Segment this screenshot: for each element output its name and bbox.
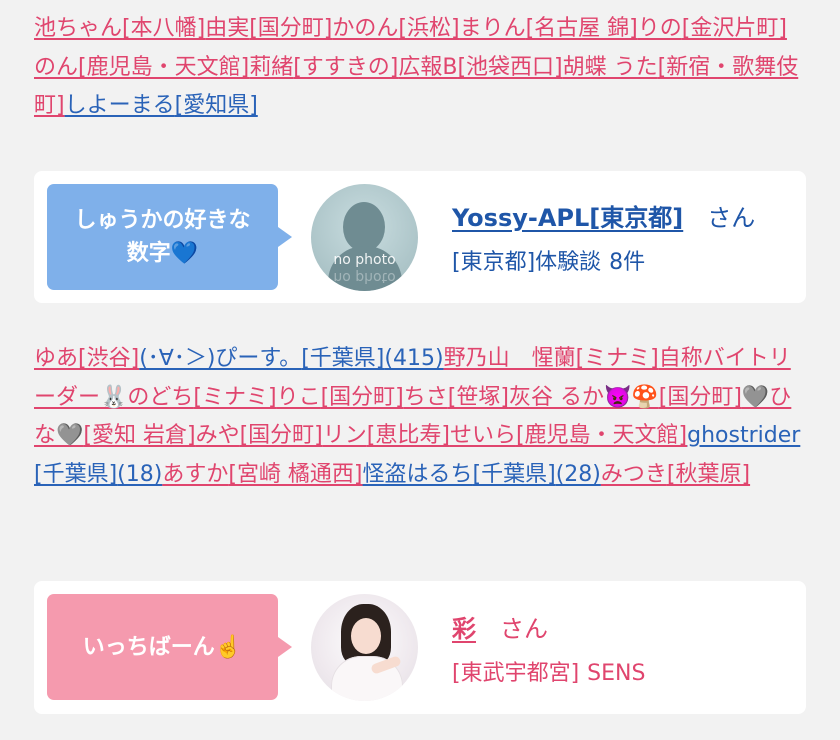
reviewer-link[interactable]: 池ちゃん — [34, 16, 122, 41]
reviewer-link[interactable]: みつき — [601, 462, 667, 487]
reviewer-links-top: 池ちゃん[本八幡]由実[国分町]かのん[浜松]まりん[名古屋 錦]りの[金沢片町… — [34, 0, 806, 138]
reviewer-link[interactable]: [すすきの] — [293, 55, 398, 80]
reviewer-link[interactable]: [秋葉原] — [667, 462, 750, 487]
reviewer-link[interactable]: [千葉県] — [301, 346, 384, 371]
reviewer-link[interactable]: せいら — [450, 423, 516, 448]
reviewer-stats: [東京都]体験談 8件 — [452, 244, 645, 276]
shop-location: [東武宇都宮] — [452, 661, 580, 686]
reviewer-link[interactable]: 莉緒 — [249, 55, 293, 80]
reviewer-link[interactable]: 由実 — [205, 16, 249, 41]
reviewer-link[interactable]: [国分町] — [249, 16, 332, 41]
photo-face — [351, 618, 381, 654]
bubble-text-line-2: 数字💙 — [126, 241, 199, 266]
review-card-yossy: しゅうかの好きな 数字💙 no photo no photo Yossy-APL… — [34, 171, 806, 303]
reviewer-link[interactable]: (18) — [117, 462, 162, 487]
reviewer-link[interactable]: のん — [34, 55, 78, 80]
reviewer-link[interactable]: しよーまる — [65, 93, 175, 118]
cast-name-line: 彩さん — [452, 609, 548, 644]
reviewer-link[interactable]: [千葉県] — [473, 462, 556, 487]
reviewer-link[interactable]: [恵比寿] — [367, 423, 450, 448]
reviewer-link[interactable]: [渋谷] — [78, 346, 139, 371]
reviewer-link[interactable]: リン — [323, 423, 367, 448]
silhouette-head-icon — [343, 202, 385, 252]
reviewer-link[interactable]: まりん — [460, 16, 526, 41]
reviewer-link[interactable]: [千葉県] — [34, 462, 117, 487]
cast-name-link[interactable]: 彩 — [452, 615, 476, 643]
reviewer-link[interactable]: 胡蝶 うた — [563, 55, 658, 80]
speech-bubble: いっちばーん☝️ — [47, 594, 292, 700]
reviewer-links-bottom: ゆあ[渋谷](･∀･＞)ぴーす。[千葉県](415)野乃山 惺蘭[ミナミ]自称バ… — [34, 336, 806, 494]
honorific-label: さん — [500, 615, 548, 643]
reviewer-link[interactable]: あすか — [162, 462, 228, 487]
reviewer-link[interactable]: ちさ — [404, 385, 448, 410]
no-photo-label: no photo — [333, 252, 396, 268]
reviewer-link[interactable]: [鹿児島・天文館] — [516, 423, 687, 448]
reviewer-link[interactable]: 野乃山 惺蘭 — [444, 346, 576, 371]
reviewer-link[interactable]: みや — [196, 423, 240, 448]
reviewer-link[interactable]: ghostrider — [687, 423, 800, 448]
reviewer-name-line: Yossy-APL[東京都] さん — [452, 198, 755, 233]
reviewer-link[interactable]: ゆあ — [34, 346, 78, 371]
reviewer-link[interactable]: 広報B — [398, 55, 457, 80]
reviewer-link[interactable]: [国分町] — [240, 423, 323, 448]
bubble-text-line-1: しゅうかの好きな — [74, 208, 251, 233]
reviewer-link[interactable]: [愛知 岩倉] — [83, 423, 195, 448]
reviewer-link[interactable]: [名古屋 錦] — [526, 16, 638, 41]
bubble-text: いっちばーん☝️ — [82, 634, 243, 660]
reviewer-location: [東京都]体験談 — [452, 250, 602, 275]
reviewer-name-link[interactable]: Yossy-APL[東京都] — [452, 204, 683, 232]
reviewer-link[interactable]: (28) — [556, 462, 601, 487]
reviewer-link[interactable]: [金沢片町] — [682, 16, 787, 41]
speech-bubble: しゅうかの好きな 数字💙 — [47, 184, 292, 290]
cast-photo-avatar[interactable] — [311, 594, 418, 701]
reviewer-link[interactable]: りの — [638, 16, 682, 41]
reviewer-link[interactable]: [鹿児島・天文館] — [78, 55, 249, 80]
reviewer-link[interactable]: [笹塚] — [448, 385, 509, 410]
cast-shop-line: [東武宇都宮] SENS — [452, 655, 645, 687]
shop-name: SENS — [587, 661, 646, 686]
reviewer-link[interactable]: [ミナミ] — [576, 346, 659, 371]
reviewer-link[interactable]: [国分町] — [659, 385, 742, 410]
review-card-aya: いっちばーん☝️ 彩さん [東武宇都宮] SENS — [34, 581, 806, 714]
reviewer-link[interactable]: (415) — [384, 346, 443, 371]
reviewer-link[interactable]: [宮崎 橘通西] — [228, 462, 362, 487]
reviewer-link[interactable]: [愛知県] — [175, 93, 258, 118]
no-photo-reflection: no photo — [333, 269, 396, 285]
reviewer-link[interactable]: [国分町] — [321, 385, 404, 410]
avatar-no-photo[interactable]: no photo no photo — [311, 184, 418, 291]
reviewer-link[interactable]: りこ — [277, 385, 321, 410]
honorific-label: さん — [707, 204, 756, 232]
reviewer-link[interactable]: [浜松] — [398, 16, 459, 41]
reviewer-link[interactable]: 灰谷 るか👿🍄 — [509, 385, 659, 410]
review-count: 8件 — [609, 250, 646, 275]
reviewer-link[interactable]: かのん — [332, 16, 398, 41]
reviewer-link[interactable]: [本八幡] — [122, 16, 205, 41]
reviewer-link[interactable]: (･∀･＞)ぴーす。 — [139, 346, 301, 371]
reviewer-link[interactable]: 怪盗はるち — [363, 462, 473, 487]
reviewer-link[interactable]: [池袋西口] — [457, 55, 562, 80]
reviewer-link[interactable]: [ミナミ] — [193, 385, 276, 410]
